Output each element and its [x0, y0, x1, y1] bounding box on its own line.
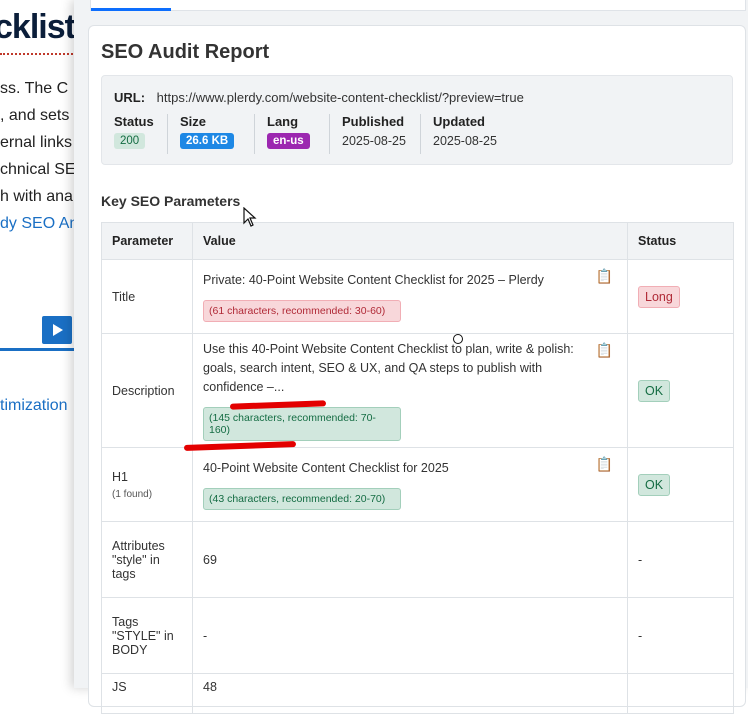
background-heading: cklist [0, 8, 76, 46]
background-divider [0, 53, 80, 55]
status-badge: OK [638, 473, 671, 496]
param-value-cell: 40-Point Website Content Checklist for 2… [192, 447, 628, 522]
param-count: (1 found) [112, 488, 153, 500]
status-badge: OK [638, 379, 671, 402]
param-status: - [627, 597, 734, 674]
page-meta-box: URL: https://www.plerdy.com/website-cont… [101, 75, 733, 165]
updated-date: 2025-08-25 [433, 134, 497, 148]
tab-active-indicator[interactable] [91, 8, 171, 11]
table-row: Tags "STYLE" in BODY - - [101, 597, 734, 674]
lang-label: Lang [267, 114, 299, 129]
background-text-line: ernal links [0, 134, 73, 151]
table-row: Description Use this 40-Point Website Co… [101, 333, 734, 448]
param-status-cell: OK [627, 447, 734, 522]
param-status-cell: OK [627, 333, 734, 448]
length-hint: (43 characters, recommended: 20-70) [203, 488, 401, 510]
play-icon[interactable] [42, 316, 72, 344]
param-value: Use this 40-Point Website Content Checkl… [203, 342, 574, 394]
status-label: Status [114, 114, 154, 129]
param-value: Private: 40-Point Website Content Checkl… [203, 273, 544, 287]
divider [167, 114, 168, 154]
column-header: Status [627, 222, 734, 260]
published-date: 2025-08-25 [342, 134, 406, 148]
section-title: Key SEO Parameters [101, 193, 241, 209]
column-header: Value [192, 222, 628, 260]
param-status [627, 673, 734, 714]
param-value: 40-Point Website Content Checklist for 2… [203, 461, 449, 475]
background-text-line: chnical SE [0, 161, 76, 178]
background-text-line: , and sets [0, 107, 70, 124]
param-name: JS [101, 673, 193, 714]
status-badge: 200 [114, 133, 146, 149]
length-hint: (145 characters, recommended: 70-160) [203, 407, 401, 441]
param-name: H1 [112, 469, 128, 484]
param-name: Tags "STYLE" in BODY [101, 597, 193, 674]
updated-label: Updated [433, 114, 485, 129]
background-link[interactable]: dy SEO An [0, 215, 78, 233]
cursor-circle-icon [453, 334, 463, 344]
lang-badge: en-us [267, 133, 310, 149]
param-value-cell: Private: 40-Point Website Content Checkl… [192, 259, 628, 334]
divider [420, 114, 421, 154]
table-header-row: Parameter Value Status [101, 222, 734, 260]
url-label: URL: [114, 90, 146, 105]
param-name: Description [101, 333, 193, 448]
param-value: 69 [192, 521, 628, 598]
updated-meta: Updated 2025-08-25 [433, 114, 497, 148]
length-hint: (61 characters, recommended: 30-60) [203, 300, 401, 322]
table-row: H1 (1 found) 40-Point Website Content Ch… [101, 447, 734, 522]
clipboard-icon[interactable]: 📋 [596, 342, 613, 359]
column-header: Parameter [101, 222, 193, 260]
param-name: Attributes "style" in tags [101, 521, 193, 598]
table-row: JS 48 [101, 673, 734, 714]
background-text-line: ss. The C [0, 80, 69, 97]
url-value: https://www.plerdy.com/website-content-c… [156, 90, 524, 105]
param-value: 48 [192, 673, 628, 714]
status-meta: Status 200 [114, 114, 154, 149]
param-value-cell: Use this 40-Point Website Content Checkl… [192, 333, 628, 448]
published-label: Published [342, 114, 405, 129]
status-badge: Long [638, 285, 680, 308]
lang-meta: Lang en-us [267, 114, 310, 149]
param-value: - [192, 597, 628, 674]
published-meta: Published 2025-08-25 [342, 114, 406, 148]
table-row: Attributes "style" in tags 69 - [101, 521, 734, 598]
page-title: SEO Audit Report [101, 41, 270, 63]
report-card: SEO Audit Report URL: https://www.plerdy… [88, 25, 746, 714]
background-link[interactable]: timization [0, 397, 68, 415]
background-text-line: h with ana [0, 188, 73, 205]
mouse-pointer-icon [243, 207, 257, 227]
param-status: - [627, 521, 734, 598]
clipboard-icon[interactable]: 📋 [596, 268, 613, 285]
size-meta: Size 26.6 KB [180, 114, 235, 149]
param-name: Title [101, 259, 193, 334]
seo-audit-panel: SEO Audit Report URL: https://www.plerdy… [74, 0, 748, 714]
divider [254, 114, 255, 154]
size-label: Size [180, 114, 207, 129]
param-status-cell: Long [627, 259, 734, 334]
tab-strip [90, 0, 746, 11]
param-name-cell: H1 (1 found) [101, 447, 193, 522]
url-row: URL: https://www.plerdy.com/website-cont… [114, 90, 524, 105]
table-row: Title Private: 40-Point Website Content … [101, 259, 734, 334]
background-rule [0, 348, 80, 351]
clipboard-icon[interactable]: 📋 [596, 456, 613, 473]
divider [329, 114, 330, 154]
seo-parameters-table: Parameter Value Status Title Private: 40… [101, 222, 734, 714]
size-badge: 26.6 KB [180, 133, 235, 149]
